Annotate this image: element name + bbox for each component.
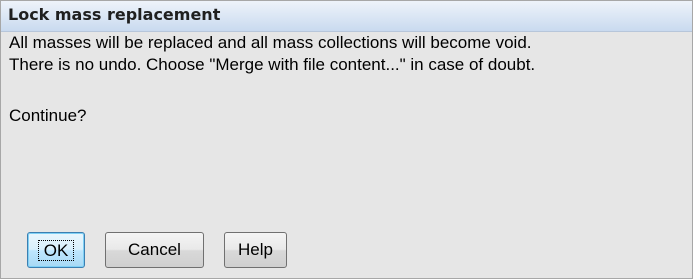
dialog-title-bar[interactable]: Lock mass replacement <box>1 1 692 32</box>
message-line-1: All masses will be replaced and all mass… <box>9 33 532 52</box>
help-button[interactable]: Help <box>224 232 287 268</box>
continue-prompt: Continue? <box>9 106 87 125</box>
ok-button[interactable]: OK <box>27 232 85 268</box>
cancel-button[interactable]: Cancel <box>105 232 204 268</box>
message-line-2: There is no undo. Choose "Merge with fil… <box>9 55 536 74</box>
ok-button-label: OK <box>37 239 75 261</box>
confirm-dialog: Lock mass replacement All masses will be… <box>0 0 693 279</box>
dialog-title: Lock mass replacement <box>8 5 221 24</box>
